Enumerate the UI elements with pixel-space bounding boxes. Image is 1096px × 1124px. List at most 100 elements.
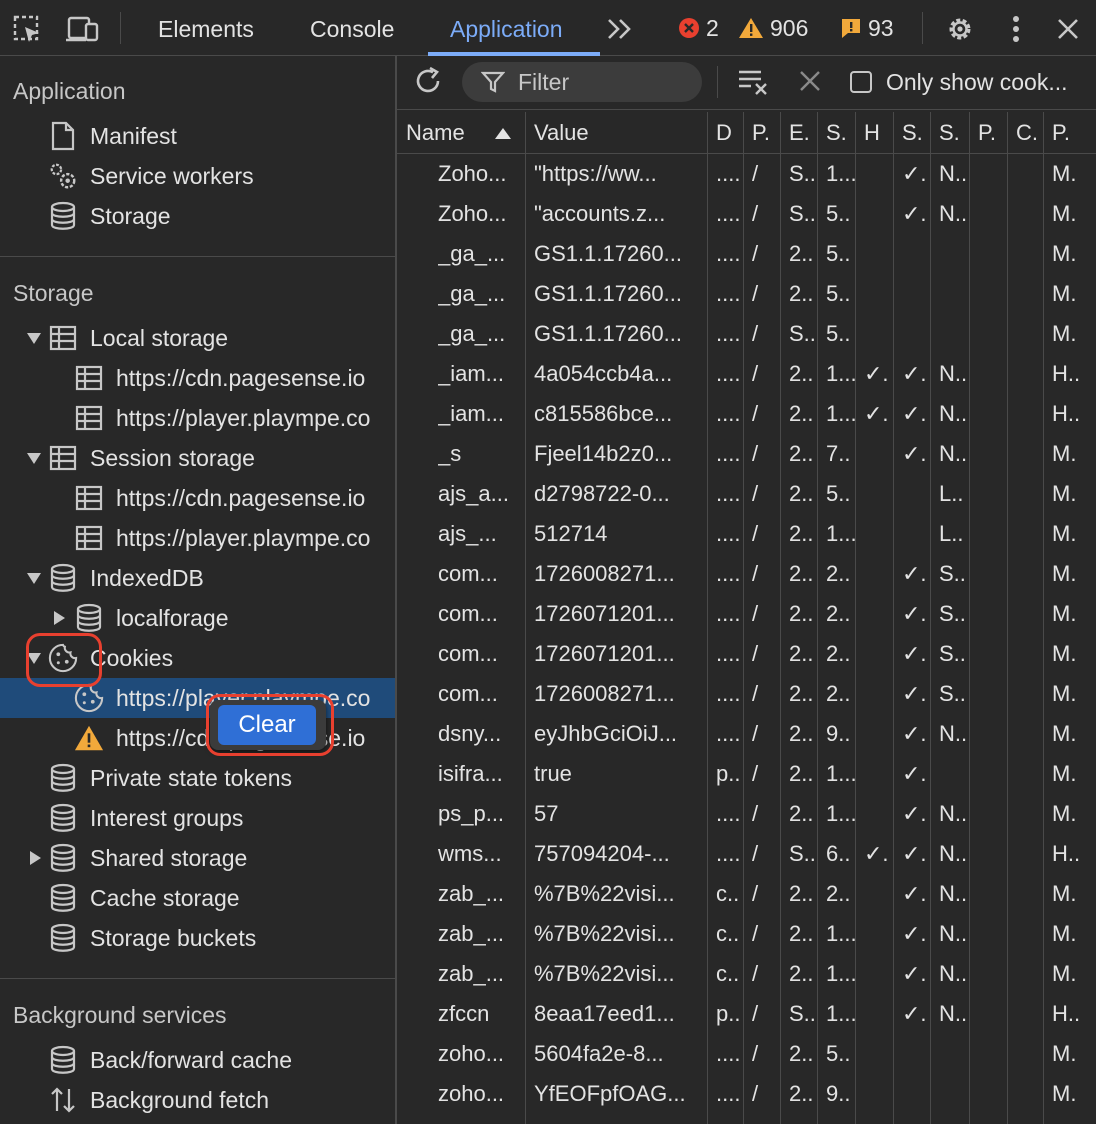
close-icon[interactable]	[1051, 12, 1085, 46]
cell-expires: 2..	[789, 1041, 814, 1066]
cell-samesite: N..	[939, 201, 968, 226]
cell-secure	[902, 234, 930, 274]
filter-funnel-icon	[476, 65, 510, 99]
cell-name: zoho...	[438, 1081, 505, 1106]
cell-secure: ✓.	[902, 841, 927, 866]
device-toolbar-icon[interactable]	[66, 12, 100, 46]
tab-elements[interactable]: Elements	[158, 0, 254, 56]
column-header-expires[interactable]: E.	[789, 112, 816, 154]
cell-secure	[902, 1074, 930, 1114]
cell-size: 6..	[826, 841, 851, 866]
more-options-icon[interactable]	[999, 12, 1033, 46]
warnings-badge[interactable]: 906	[738, 0, 808, 56]
tab-console[interactable]: Console	[310, 0, 394, 56]
cell-expires: 2..	[789, 881, 814, 906]
column-header-domain[interactable]: D	[716, 112, 742, 154]
warning-icon	[738, 17, 764, 39]
error-icon	[678, 17, 700, 39]
sidebar-item-storage[interactable]: Storage	[48, 196, 171, 236]
collapse-arrow-icon[interactable]	[54, 611, 65, 625]
cell-secure: ✓.	[902, 561, 927, 586]
expand-arrow-icon[interactable]	[27, 453, 41, 464]
sidebar-item-private-state-tokens[interactable]: Private state tokens	[48, 758, 292, 798]
column-header-size[interactable]: S.	[826, 112, 854, 154]
cell-samesite: L..	[939, 521, 964, 546]
cell-size: 2..	[826, 561, 851, 586]
tab-application[interactable]: Application	[450, 0, 563, 56]
sidebar-item-session-storage[interactable]: Session storage	[48, 438, 255, 478]
cell-samesite: S..	[939, 561, 966, 586]
collapse-arrow-icon[interactable]	[30, 851, 41, 865]
errors-badge[interactable]: 2	[678, 0, 719, 56]
column-header-value[interactable]: Value	[534, 112, 706, 154]
sidebar-item-local-origin[interactable]: https://player.plaympe.co	[74, 398, 370, 438]
more-tabs-icon[interactable]	[603, 12, 637, 46]
sidebar-item-interest-groups[interactable]: Interest groups	[48, 798, 243, 838]
sidebar-item-background-fetch[interactable]: Background fetch	[48, 1080, 269, 1120]
cell-priority: M.	[1052, 881, 1077, 906]
sidebar-item-storage-buckets[interactable]: Storage buckets	[48, 918, 256, 958]
column-header-samesite[interactable]: S.	[939, 112, 968, 154]
cell-path: /	[752, 561, 759, 586]
column-header-partition-key[interactable]: P.	[978, 112, 1006, 154]
only-show-issues-checkbox[interactable]	[850, 71, 872, 93]
cell-httponly	[864, 994, 893, 1034]
cell-partition-key	[978, 754, 1007, 794]
column-header-priority[interactable]: P.	[1052, 112, 1095, 154]
issues-badge[interactable]: 93	[840, 0, 894, 56]
sidebar-item-service-workers[interactable]: Service workers	[48, 156, 254, 196]
cell-expires: 2..	[789, 521, 814, 546]
cell-path: /	[752, 521, 759, 546]
sidebar-item-cache-storage[interactable]: Cache storage	[48, 878, 240, 918]
sidebar-item-localforage[interactable]: localforage	[74, 598, 229, 638]
cell-secure: ✓.	[902, 161, 927, 186]
cell-domain: ....	[716, 441, 741, 466]
sidebar-item-session-origin[interactable]: https://player.plaympe.co	[74, 518, 370, 558]
cell-secure: ✓.	[902, 881, 927, 906]
cell-cross-site	[1016, 1034, 1043, 1074]
cell-priority: M.	[1052, 241, 1077, 266]
cell-samesite: N..	[939, 961, 968, 986]
sidebar-item-local-origin[interactable]: https://cdn.pagesense.io	[74, 358, 365, 398]
cell-expires: S..	[789, 321, 816, 346]
sidebar-item-back-forward-cache[interactable]: Back/forward cache	[48, 1040, 292, 1080]
delete-selected-icon[interactable]	[793, 64, 827, 98]
cell-path: /	[752, 601, 759, 626]
filter-placeholder: Filter	[518, 69, 570, 95]
sidebar-item-indexeddb[interactable]: IndexedDB	[48, 558, 204, 598]
inspect-element-icon[interactable]	[10, 12, 44, 46]
cell-size: 2..	[826, 601, 851, 626]
column-header-cross-site[interactable]: C.	[1016, 112, 1042, 154]
cell-cross-site	[1016, 554, 1043, 594]
cell-size: 1...	[826, 521, 855, 546]
sidebar-item-manifest[interactable]: Manifest	[48, 116, 177, 156]
cell-cross-site	[1016, 874, 1043, 914]
cell-expires: 2..	[789, 441, 814, 466]
refresh-icon[interactable]	[411, 64, 445, 98]
cell-cross-site	[1016, 754, 1043, 794]
sidebar-item-session-origin[interactable]: https://cdn.pagesense.io	[74, 478, 365, 518]
cell-domain: c..	[716, 881, 740, 906]
table-icon	[48, 323, 78, 353]
cell-httponly	[864, 314, 893, 354]
cell-partition-key	[978, 834, 1007, 874]
expand-arrow-icon[interactable]	[27, 573, 41, 584]
sidebar-item-label: https://player.plaympe.co	[116, 404, 371, 431]
file-icon	[48, 121, 78, 151]
column-header-name[interactable]: Name	[406, 112, 524, 154]
cell-expires: S..	[789, 201, 816, 226]
sidebar-item-local-storage[interactable]: Local storage	[48, 318, 228, 358]
column-header-secure[interactable]: S.	[902, 112, 929, 154]
column-header-path[interactable]: P.	[752, 112, 779, 154]
expand-arrow-icon[interactable]	[27, 333, 41, 344]
column-header-httponly[interactable]: H	[864, 112, 892, 154]
settings-gear-icon[interactable]	[943, 12, 977, 46]
clear-filtered-cookies-icon[interactable]	[736, 64, 770, 98]
cell-expires: 2..	[789, 401, 814, 426]
cell-secure	[902, 314, 930, 354]
cell-name: com...	[438, 681, 498, 706]
cell-size: 5..	[826, 241, 851, 266]
table-icon	[74, 363, 104, 393]
sidebar-item-shared-storage[interactable]: Shared storage	[48, 838, 247, 878]
cell-cross-site	[1016, 714, 1043, 754]
